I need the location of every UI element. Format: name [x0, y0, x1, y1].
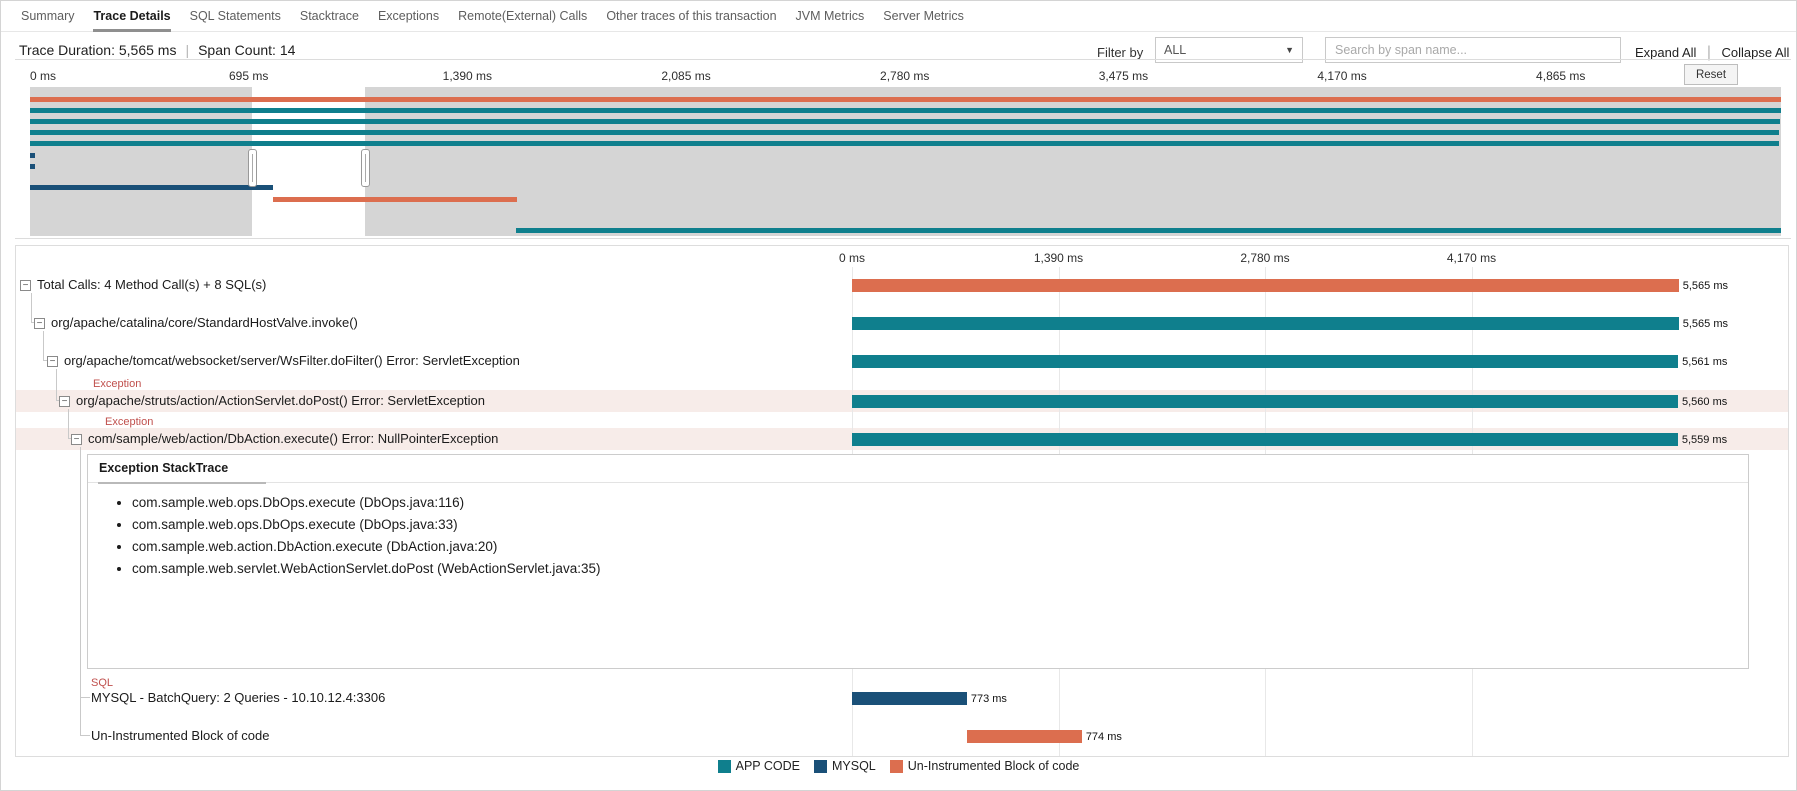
tab-other-traces[interactable]: Other traces of this transaction — [606, 1, 776, 32]
exception-tag: Exception — [105, 416, 154, 428]
chart-legend: APP CODE MYSQL Un-Instrumented Block of … — [1, 759, 1796, 773]
divider: | — [185, 42, 190, 58]
minimap-tick-label: 1,390 ms — [442, 69, 493, 83]
legend-item-uninstrumented: Un-Instrumented Block of code — [889, 759, 1080, 773]
span-label[interactable]: Total Calls: 4 Method Call(s) + 8 SQL(s) — [37, 277, 266, 293]
legend-label: APP CODE — [735, 759, 800, 773]
exception-tag: Exception — [93, 378, 142, 390]
stacktrace-frame: com.sample.web.ops.DbOps.execute (DbOps.… — [132, 493, 600, 515]
filter-by-label: Filter by — [1097, 45, 1144, 60]
stacktrace-frame: com.sample.web.servlet.WebActionServlet.… — [132, 559, 600, 581]
span-duration-label: 774 ms — [1085, 731, 1122, 743]
span-bar[interactable] — [852, 395, 1678, 408]
collapse-toggle-icon[interactable]: − — [71, 434, 82, 445]
span-duration-label: 5,561 ms — [1682, 356, 1728, 368]
minimap-bar — [30, 153, 35, 158]
span-bar[interactable] — [852, 317, 1679, 330]
divider — [15, 59, 1791, 60]
divider — [15, 238, 1791, 239]
span-label[interactable]: org/apache/struts/action/ActionServlet.d… — [76, 393, 485, 409]
tab-server-metrics[interactable]: Server Metrics — [883, 1, 964, 32]
stacktrace-title-underline — [98, 482, 266, 484]
minimap-bar — [30, 130, 1780, 135]
minimap-tick-label: 0 ms — [30, 69, 57, 83]
mysql-swatch-icon — [813, 759, 827, 773]
main-tick-label: 4,170 ms — [1446, 251, 1497, 265]
collapse-toggle-icon[interactable]: − — [59, 396, 70, 407]
stacktrace-frame: com.sample.web.ops.DbOps.execute (DbOps.… — [132, 515, 600, 537]
legend-label: Un-Instrumented Block of code — [907, 759, 1080, 773]
trace-summary-line: Trace Duration: 5,565 ms | Span Count: 14 — [19, 42, 295, 58]
tab-trace-details[interactable]: Trace Details — [93, 1, 171, 32]
collapse-toggle-icon[interactable]: − — [34, 318, 45, 329]
tab-summary[interactable]: Summary — [21, 1, 74, 32]
minimap-bar — [516, 228, 1781, 233]
collapse-all-button[interactable]: Collapse All — [1722, 45, 1790, 60]
tab-jvm-metrics[interactable]: JVM Metrics — [796, 1, 865, 32]
span-duration-label: 5,565 ms — [1682, 280, 1728, 292]
minimap-tick-label: 2,085 ms — [661, 69, 711, 83]
stacktrace-frame-list: com.sample.web.ops.DbOps.execute (DbOps.… — [132, 493, 600, 581]
brush-handle-right[interactable] — [361, 149, 371, 187]
expand-all-button[interactable]: Expand All — [1635, 45, 1696, 60]
trace-duration: Trace Duration: 5,565 ms — [19, 42, 177, 58]
span-duration-label: 5,559 ms — [1681, 434, 1728, 446]
span-label[interactable]: com/sample/web/action/DbAction.execute()… — [88, 431, 498, 447]
trace-details-page: Summary Trace Details SQL Statements Sta… — [0, 0, 1797, 791]
main-tick-label: 2,780 ms — [1240, 251, 1290, 265]
stacktrace-title: Exception StackTrace — [99, 461, 229, 475]
span-label[interactable]: org/apache/tomcat/websocket/server/WsFil… — [64, 353, 520, 369]
tab-bar: Summary Trace Details SQL Statements Sta… — [1, 1, 1796, 32]
app-code-swatch-icon — [717, 759, 731, 773]
tab-sql-statements[interactable]: SQL Statements — [190, 1, 281, 32]
uninstrumented-swatch-icon — [889, 759, 903, 773]
minimap-tick-label: 2,780 ms — [880, 69, 930, 83]
minimap-bar — [30, 185, 274, 190]
span-label[interactable]: Un-Instrumented Block of code — [91, 728, 269, 744]
collapse-toggle-icon[interactable]: − — [47, 356, 58, 367]
main-tick-label: 0 ms — [838, 251, 866, 265]
minimap-tick-label: 4,865 ms — [1536, 69, 1586, 83]
minimap-tick-label: 695 ms — [228, 69, 269, 83]
tab-exceptions[interactable]: Exceptions — [378, 1, 439, 32]
minimap-bar — [30, 119, 1780, 124]
stacktrace-frame: com.sample.web.action.DbAction.execute (… — [132, 537, 600, 559]
tree-connector — [80, 698, 81, 736]
span-count: Span Count: 14 — [198, 42, 296, 58]
tab-stacktrace[interactable]: Stacktrace — [300, 1, 359, 32]
collapse-toggle-icon[interactable]: − — [20, 280, 31, 291]
legend-item-app-code: APP CODE — [717, 759, 800, 773]
minimap-bar — [30, 97, 1781, 102]
span-duration-label: 5,565 ms — [1682, 318, 1728, 330]
minimap-bar — [30, 141, 1780, 146]
legend-label: MYSQL — [831, 759, 876, 773]
span-bar[interactable] — [966, 730, 1082, 743]
span-bar[interactable] — [852, 279, 1679, 292]
span-bar[interactable] — [852, 692, 967, 705]
span-duration-label: 5,560 ms — [1682, 396, 1728, 408]
minimap-bar — [273, 197, 517, 202]
minimap-bar — [30, 164, 35, 169]
exception-stacktrace-box: Exception StackTrace com.sample.web.ops.… — [87, 454, 1749, 669]
span-duration-label: 773 ms — [970, 693, 1007, 705]
span-label[interactable]: org/apache/catalina/core/StandardHostVal… — [51, 315, 358, 331]
reset-zoom-button[interactable]: Reset — [1684, 64, 1738, 85]
span-bar[interactable] — [852, 433, 1678, 446]
trace-minimap[interactable] — [30, 87, 1781, 236]
chevron-down-icon: ▼ — [1285, 45, 1294, 55]
main-tick-label: 1,390 ms — [1033, 251, 1084, 265]
span-label[interactable]: MYSQL - BatchQuery: 2 Queries - 10.10.12… — [91, 690, 385, 706]
stacktrace-header: Exception StackTrace — [88, 455, 1748, 484]
minimap-tick-label: 3,475 ms — [1098, 69, 1149, 83]
filter-dropdown-value: ALL — [1164, 43, 1187, 57]
legend-item-mysql: MYSQL — [813, 759, 876, 773]
span-bar[interactable] — [852, 355, 1679, 368]
minimap-bar — [30, 108, 1781, 113]
minimap-tick-label: 4,170 ms — [1317, 69, 1367, 83]
tab-remote-external-calls[interactable]: Remote(External) Calls — [458, 1, 587, 32]
brush-handle-left[interactable] — [247, 149, 257, 187]
sql-tag: SQL — [91, 677, 114, 689]
